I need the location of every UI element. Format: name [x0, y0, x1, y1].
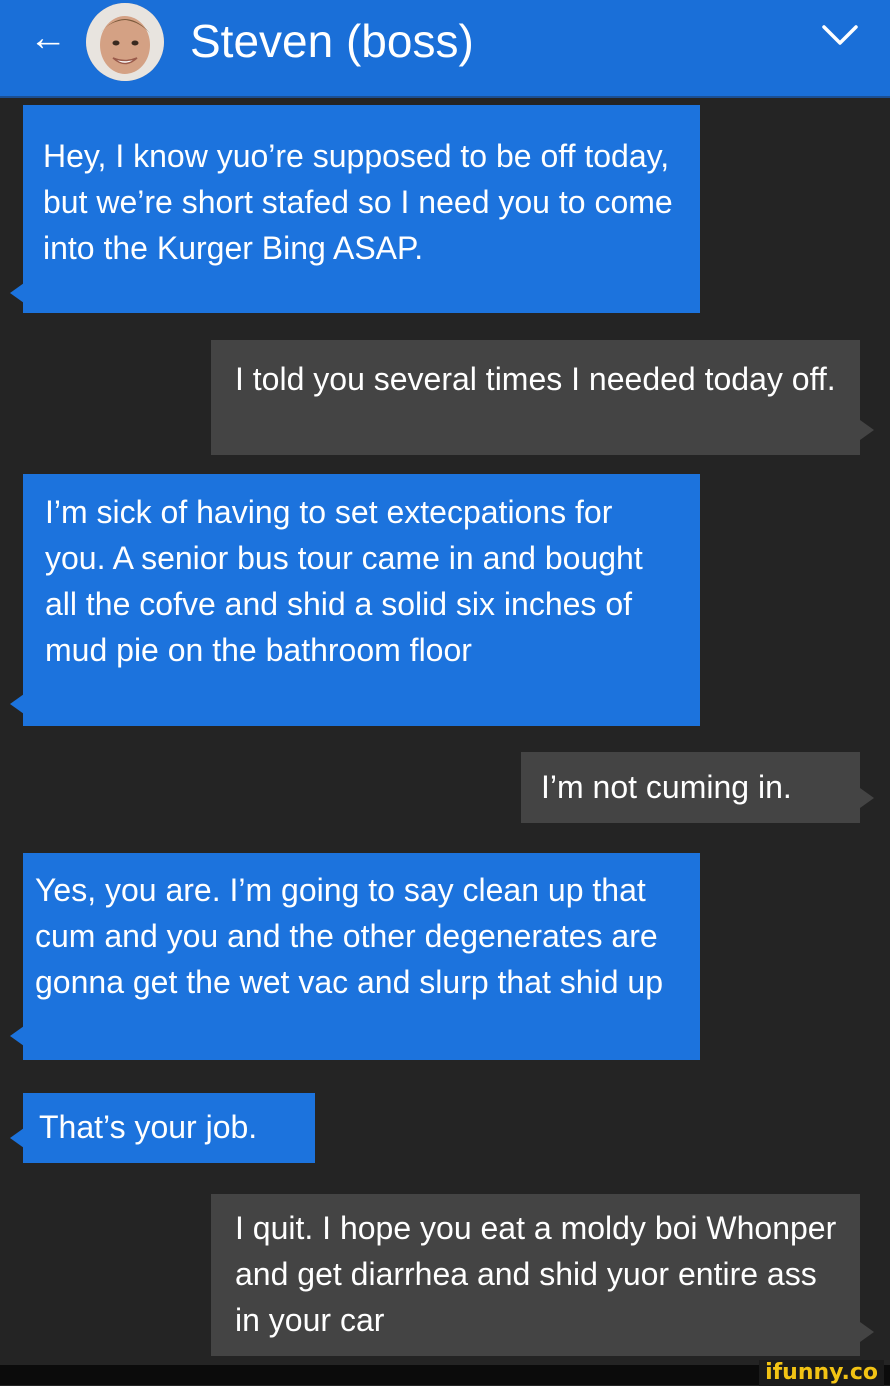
- avatar-face-icon: [86, 3, 164, 81]
- message-bubble-incoming[interactable]: That’s your job.: [23, 1093, 315, 1163]
- message-text: That’s your job.: [39, 1109, 258, 1145]
- watermark: ifunny.co: [759, 1360, 884, 1386]
- contact-name: Steven (boss): [190, 15, 474, 67]
- message-text: Yes, you are. I’m going to say clean up …: [35, 872, 663, 1000]
- arrow-left-icon: ←: [29, 17, 67, 59]
- message-bubble-incoming[interactable]: Hey, I know yuo’re supposed to be off to…: [23, 105, 700, 313]
- back-button[interactable]: ←: [26, 16, 70, 60]
- bubble-tail: [10, 1128, 24, 1148]
- message-bubble-outgoing[interactable]: I’m not cuming in.: [521, 752, 860, 823]
- message-text: I quit. I hope you eat a moldy boi Whonp…: [235, 1210, 837, 1338]
- bubble-tail: [860, 1322, 874, 1342]
- message-bubble-outgoing[interactable]: I quit. I hope you eat a moldy boi Whonp…: [211, 1194, 860, 1356]
- chat-header: ← Steven (boss): [0, 0, 890, 98]
- chevron-down-icon: [822, 25, 858, 45]
- bubble-tail: [10, 283, 24, 303]
- footer-strip: [0, 1365, 890, 1385]
- bubble-tail: [10, 694, 24, 714]
- message-bubble-incoming[interactable]: Yes, you are. I’m going to say clean up …: [23, 853, 700, 1060]
- message-bubble-incoming[interactable]: I’m sick of having to set extecpations f…: [23, 474, 700, 726]
- avatar[interactable]: [86, 3, 164, 81]
- message-bubble-outgoing[interactable]: I told you several times I needed today …: [211, 340, 860, 455]
- message-text: I told you several times I needed today …: [235, 361, 836, 397]
- menu-button[interactable]: [818, 16, 862, 56]
- message-text: I’m not cuming in.: [541, 769, 792, 805]
- message-text: I’m sick of having to set extecpations f…: [45, 494, 643, 668]
- message-text: Hey, I know yuo’re supposed to be off to…: [43, 138, 673, 266]
- bubble-tail: [10, 1026, 24, 1046]
- bubble-tail: [860, 788, 874, 808]
- bubble-tail: [860, 420, 874, 440]
